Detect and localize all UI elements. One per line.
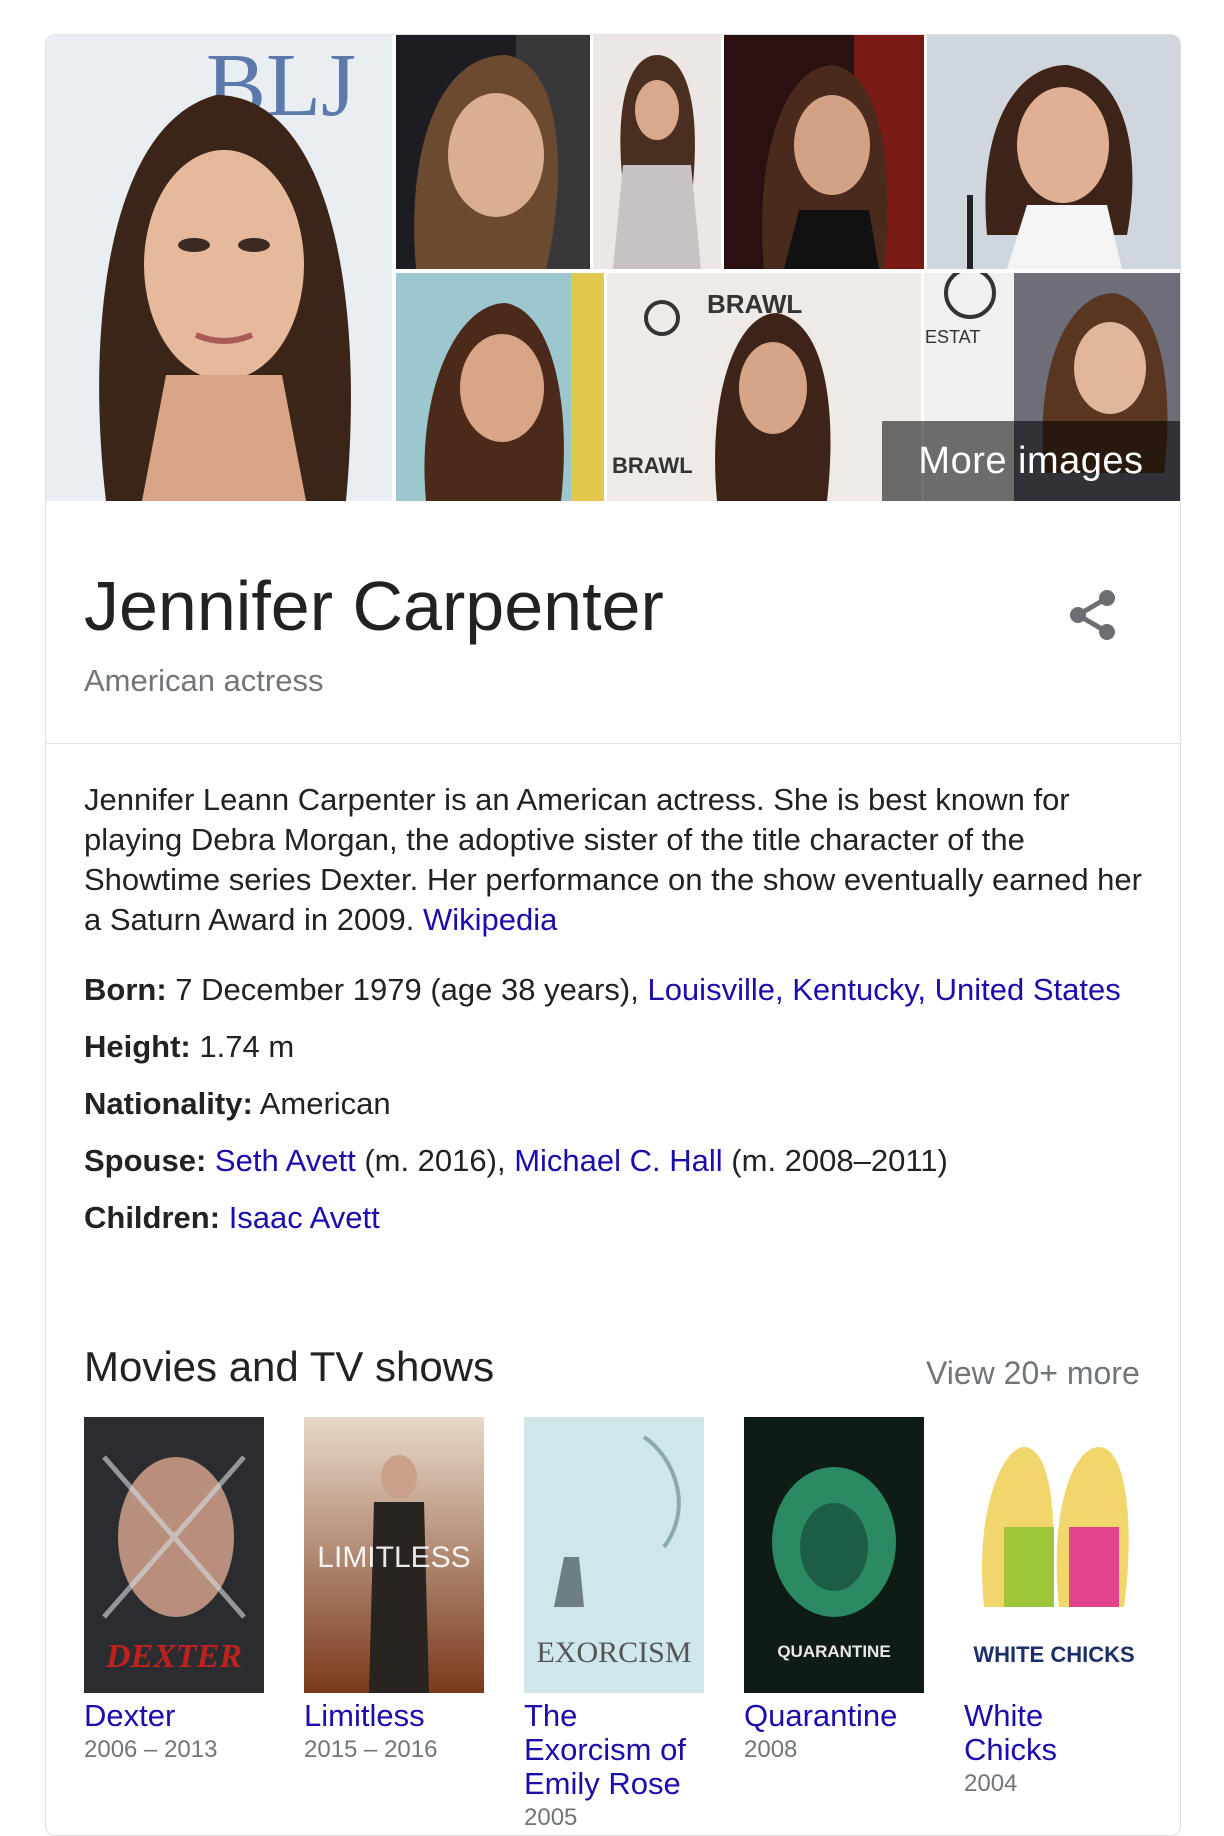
spouse-link[interactable]: Michael C. Hall — [514, 1143, 722, 1178]
description-text: Jennifer Leann Carpenter is an American … — [84, 782, 1142, 937]
movie-card[interactable]: WHITE CHICKS White Chicks 2004 — [964, 1417, 1144, 1801]
fact-label: Nationality: — [84, 1086, 253, 1121]
movie-title[interactable]: Limitless — [304, 1699, 484, 1733]
fact-spouse: Spouse: Seth Avett (m. 2016), Michael C.… — [84, 1141, 1144, 1181]
child-link[interactable]: Isaac Avett — [229, 1200, 380, 1235]
movie-years: 2008 — [744, 1736, 798, 1763]
gallery-image-1[interactable] — [396, 35, 590, 269]
movie-poster[interactable]: LIMITLESS — [304, 1417, 484, 1693]
svg-text:BRAWL: BRAWL — [707, 289, 802, 319]
movie-title[interactable]: Dexter — [84, 1699, 264, 1733]
movie-years: 2015 – 2016 — [304, 1736, 438, 1763]
movie-title[interactable]: White Chicks — [964, 1699, 1144, 1767]
fact-height: Height: 1.74 m — [84, 1027, 1144, 1067]
share-button[interactable] — [1063, 585, 1123, 645]
svg-text:BRAWL: BRAWL — [612, 453, 693, 478]
fact-label: Born: — [84, 972, 167, 1007]
fact-born: Born: 7 December 1979 (age 38 years), Lo… — [84, 970, 1144, 1010]
movie-card[interactable]: EXORCISM The Exorcism of Emily Rose 2005 — [524, 1417, 704, 1835]
movie-card[interactable]: DEXTER Dexter 2006 – 2013 — [84, 1417, 264, 1767]
movie-poster[interactable]: QUARANTINE — [744, 1417, 924, 1693]
share-icon — [1070, 590, 1115, 640]
wikipedia-link[interactable]: Wikipedia — [423, 902, 557, 937]
fact-label: Spouse: — [84, 1143, 207, 1178]
fact-label: Children: — [84, 1200, 221, 1235]
svg-text:WHITE CHICKS: WHITE CHICKS — [973, 1642, 1134, 1667]
entity-title: Jennifer Carpenter — [84, 567, 664, 645]
movie-poster[interactable]: EXORCISM — [524, 1417, 704, 1693]
movie-poster[interactable]: DEXTER — [84, 1417, 264, 1693]
movie-years: 2004 — [964, 1770, 1018, 1797]
description: Jennifer Leann Carpenter is an American … — [84, 780, 1144, 940]
knowledge-panel: BLJ BRAWL BRAWL ESTAT More images Jennif… — [45, 34, 1181, 1836]
fact-nationality: Nationality: American — [84, 1084, 1144, 1124]
facts-list: Born: 7 December 1979 (age 38 years), Lo… — [84, 970, 1144, 1255]
image-mosaic: BLJ BRAWL BRAWL ESTAT More images — [46, 35, 1180, 501]
svg-text:CINESTAT: CINESTAT — [924, 327, 980, 347]
fact-value: American — [259, 1086, 391, 1121]
movie-poster[interactable]: WHITE CHICKS — [964, 1417, 1144, 1693]
fact-value: (m. 2016), — [364, 1143, 506, 1178]
birthplace-link[interactable]: Louisville, Kentucky, United States — [647, 972, 1120, 1007]
gallery-image-6[interactable]: BRAWL BRAWL — [607, 273, 921, 501]
svg-text:QUARANTINE: QUARANTINE — [777, 1642, 890, 1661]
header-divider — [46, 743, 1180, 744]
gallery-image-4[interactable] — [927, 35, 1180, 269]
gallery-image-3[interactable] — [724, 35, 924, 269]
fact-value: 1.74 m — [199, 1029, 295, 1064]
movie-card[interactable]: LIMITLESS Limitless 2015 – 2016 — [304, 1417, 484, 1767]
movie-title[interactable]: Quarantine — [744, 1699, 924, 1733]
gallery-image-2[interactable] — [593, 35, 721, 269]
movie-card[interactable]: QUARANTINE Quarantine 2008 — [744, 1417, 924, 1767]
entity-subtitle: American actress — [84, 663, 324, 698]
fact-children: Children: Isaac Avett — [84, 1198, 1144, 1238]
spouse-link[interactable]: Seth Avett — [215, 1143, 356, 1178]
main-portrait-image[interactable]: BLJ — [46, 35, 392, 501]
movie-years: 2005 — [524, 1804, 578, 1831]
more-images-button[interactable]: More images — [882, 421, 1180, 501]
movie-title[interactable]: The Exorcism of Emily Rose — [524, 1699, 704, 1801]
movie-years: 2006 – 2013 — [84, 1736, 218, 1763]
movies-section-title: Movies and TV shows — [84, 1343, 495, 1390]
svg-text:EXORCISM: EXORCISM — [536, 1636, 691, 1669]
fact-label: Height: — [84, 1029, 191, 1064]
svg-text:DEXTER: DEXTER — [105, 1638, 242, 1675]
fact-value: (m. 2008–2011) — [731, 1143, 948, 1178]
view-more-link[interactable]: View 20+ more — [926, 1355, 1140, 1392]
fact-value: 7 December 1979 (age 38 years), — [175, 972, 639, 1007]
svg-text:LIMITLESS: LIMITLESS — [317, 1541, 470, 1574]
gallery-image-5[interactable] — [396, 273, 604, 501]
